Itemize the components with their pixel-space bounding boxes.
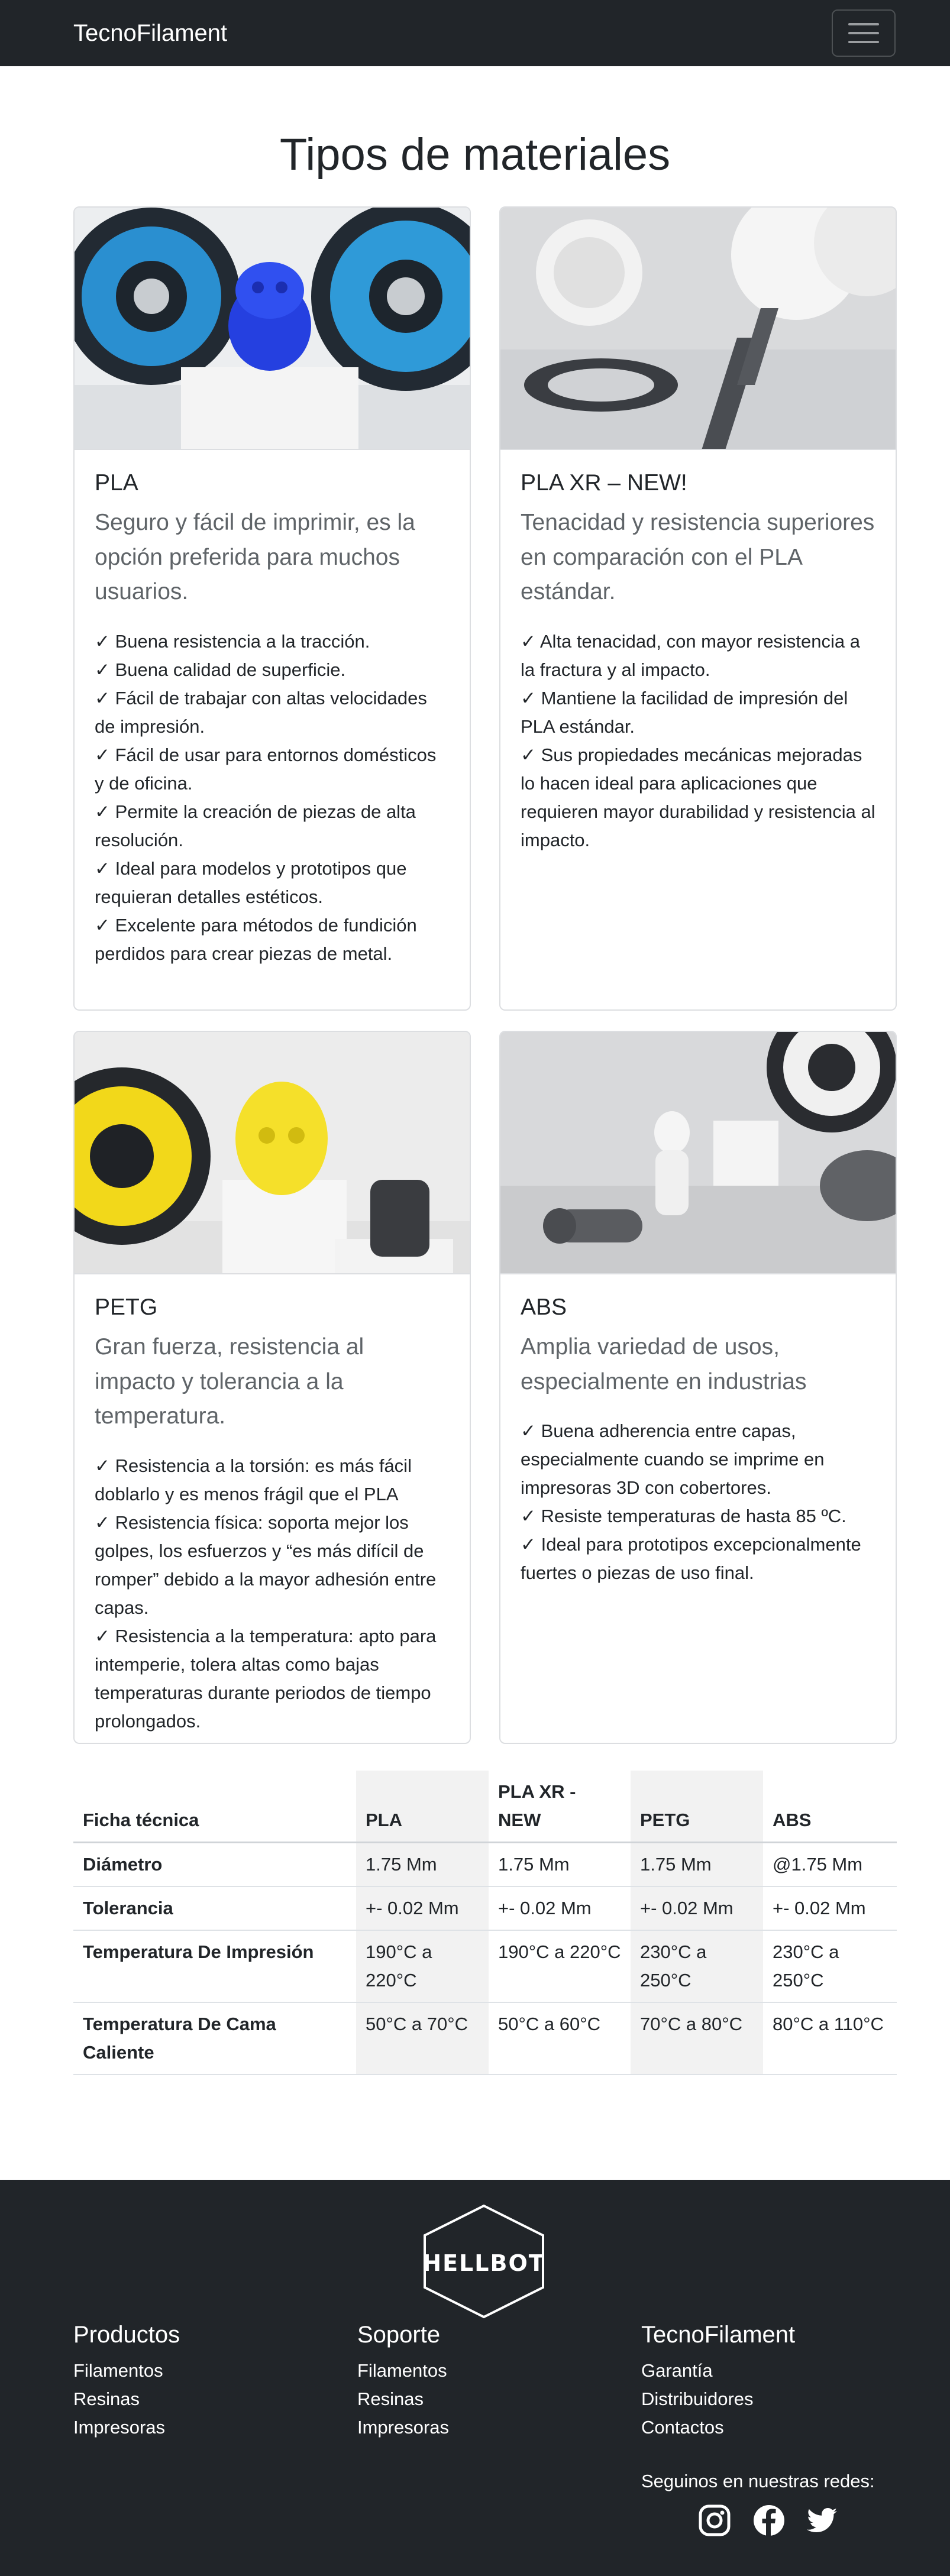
table-cell: @1.75 Mm	[763, 1842, 897, 1887]
hellbot-logo[interactable]: HELLBOT	[419, 2203, 549, 2319]
column-header: Ficha técnica	[73, 1771, 356, 1843]
footer-link[interactable]: Impresoras	[357, 2413, 449, 2442]
feature-item: ✓ Buena calidad de superficie.	[95, 659, 346, 680]
pla-xr-product-image	[500, 208, 896, 450]
footer-link[interactable]: Resinas	[73, 2385, 180, 2413]
footer-link[interactable]: Resinas	[357, 2385, 449, 2413]
card-lead: Amplia variedad de usos, especialmente e…	[521, 1334, 807, 1394]
column-header: PLA	[356, 1771, 489, 1843]
table-cell: +- 0.02 Mm	[356, 1886, 489, 1931]
feature-item: ✓ Resistencia física: soporta mejor los …	[95, 1512, 437, 1618]
row-header: Temperatura De Impresión	[73, 1930, 356, 2003]
page-title: Tipos de materiales	[279, 130, 671, 180]
pla-product-image	[75, 208, 470, 450]
card-lead: Gran fuerza, resistencia al impacto y to…	[95, 1334, 364, 1429]
column-header: PETG	[631, 1771, 763, 1843]
card-pla-xr: PLA XR – NEW! Tenacidad y resistencia su…	[499, 206, 897, 1011]
logo-text: HELLBOT	[422, 2250, 545, 2276]
footer-link[interactable]: Impresoras	[73, 2413, 180, 2442]
table-cell: 50°C a 70°C	[356, 2002, 489, 2075]
footer-link[interactable]: Garantía	[641, 2357, 795, 2385]
footer-column-tecnofilament: TecnoFilament Garantía Distribuidores Co…	[641, 2322, 795, 2442]
row-header: Tolerancia	[73, 1886, 356, 1931]
feature-item: ✓ Resistencia a la torsión: es más fácil…	[95, 1455, 412, 1504]
table-cell: 1.75 Mm	[489, 1842, 631, 1887]
row-header: Diámetro	[73, 1842, 356, 1887]
table-row: Temperatura De Cama Caliente 50°C a 70°C…	[73, 2002, 897, 2075]
table-cell: +- 0.02 Mm	[763, 1886, 897, 1931]
row-header: Temperatura De Cama Caliente	[73, 2002, 356, 2075]
hamburger-icon	[848, 23, 879, 25]
column-header: PLA XR - NEW	[489, 1771, 631, 1843]
column-header: ABS	[763, 1771, 897, 1843]
table-cell: +- 0.02 Mm	[489, 1886, 631, 1931]
card-title: ABS	[521, 1295, 567, 1320]
card-title: PLA	[95, 470, 138, 496]
table-cell: 80°C a 110°C	[763, 2002, 897, 2075]
petg-product-image	[75, 1032, 470, 1274]
footer-column-title: Productos	[73, 2322, 180, 2348]
social-label: Seguinos en nuestras redes:	[641, 2471, 875, 2491]
feature-item: ✓ Ideal para prototipos excepcionalmente…	[521, 1534, 861, 1583]
table-cell: 50°C a 60°C	[489, 2002, 631, 2075]
footer-link[interactable]: Contactos	[641, 2413, 795, 2442]
instagram-icon[interactable]	[698, 2504, 731, 2537]
table-cell: 190°C a 220°C	[489, 1930, 631, 2003]
feature-item: ✓ Fácil de usar para entornos domésticos…	[95, 744, 437, 794]
feature-item: ✓ Resiste temperaturas de hasta 85 ºC.	[521, 1506, 846, 1526]
table-row: Temperatura De Impresión 190°C a 220°C 1…	[73, 1930, 897, 2003]
card-petg: PETG Gran fuerza, resistencia al impacto…	[73, 1031, 471, 1744]
footer: HELLBOT Productos Filamentos Resinas Imp…	[0, 2180, 950, 2576]
twitter-icon[interactable]	[806, 2504, 839, 2537]
navbar-toggler-button[interactable]	[832, 9, 896, 57]
table-cell: 1.75 Mm	[631, 1842, 763, 1887]
feature-item: ✓ Mantiene la facilidad de impresión del…	[521, 687, 848, 737]
footer-link[interactable]: Filamentos	[73, 2357, 180, 2385]
page: TecnoFilament Tipos de materiales PLA Se…	[0, 0, 950, 2576]
feature-item: ✓ Resistencia a la temperatura: apto par…	[95, 1625, 437, 1732]
card-lead: Seguro y fácil de imprimir, es la opción…	[95, 510, 415, 604]
footer-column-productos: Productos Filamentos Resinas Impresoras	[73, 2322, 180, 2442]
navbar: TecnoFilament	[0, 0, 950, 66]
footer-link[interactable]: Distribuidores	[641, 2385, 795, 2413]
facebook-icon[interactable]	[752, 2504, 786, 2537]
feature-item: ✓ Permite la creación de piezas de alta …	[95, 801, 416, 850]
card-lead: Tenacidad y resistencia superiores en co…	[521, 510, 875, 604]
table-cell: 230°C a 250°C	[763, 1930, 897, 2003]
table-cell: 1.75 Mm	[356, 1842, 489, 1887]
card-pla: PLA Seguro y fácil de imprimir, es la op…	[73, 206, 471, 1011]
table-cell: 230°C a 250°C	[631, 1930, 763, 2003]
card-abs: ABS Amplia variedad de usos, especialmen…	[499, 1031, 897, 1744]
table-row: Tolerancia +- 0.02 Mm +- 0.02 Mm +- 0.02…	[73, 1886, 897, 1931]
navbar-brand[interactable]: TecnoFilament	[73, 20, 227, 47]
feature-item: ✓ Buena adherencia entre capas, especial…	[521, 1420, 825, 1498]
feature-item: ✓ Sus propiedades mecánicas mejoradas lo…	[521, 744, 875, 850]
material-cards: PLA Seguro y fácil de imprimir, es la op…	[0, 187, 950, 1749]
table-cell: 70°C a 80°C	[631, 2002, 763, 2075]
feature-item: ✓ Fácil de trabajar con altas velocidade…	[95, 687, 427, 737]
footer-column-soporte: Soporte Filamentos Resinas Impresoras	[357, 2322, 449, 2442]
feature-item: ✓ Buena resistencia a la tracción.	[95, 630, 370, 652]
footer-link[interactable]: Filamentos	[357, 2357, 449, 2385]
card-title: PETG	[95, 1295, 158, 1320]
spec-table: Ficha técnica PLA PLA XR - NEW PETG ABS …	[73, 1771, 897, 2075]
table-cell: +- 0.02 Mm	[631, 1886, 763, 1931]
table-row: Diámetro 1.75 Mm 1.75 Mm 1.75 Mm @1.75 M…	[73, 1842, 897, 1887]
card-title: PLA XR – NEW!	[521, 470, 687, 496]
feature-item: ✓ Excelente para métodos de fundición pe…	[95, 914, 417, 964]
abs-product-image	[500, 1032, 896, 1274]
footer-column-title: TecnoFilament	[641, 2322, 796, 2348]
feature-item: ✓ Ideal para modelos y prototipos que re…	[95, 857, 407, 907]
table-cell: 190°C a 220°C	[356, 1930, 489, 2003]
table-header-row: Ficha técnica PLA PLA XR - NEW PETG ABS	[73, 1771, 897, 1843]
footer-column-title: Soporte	[357, 2322, 441, 2348]
feature-item: ✓ Alta tenacidad, con mayor resistencia …	[521, 630, 860, 680]
